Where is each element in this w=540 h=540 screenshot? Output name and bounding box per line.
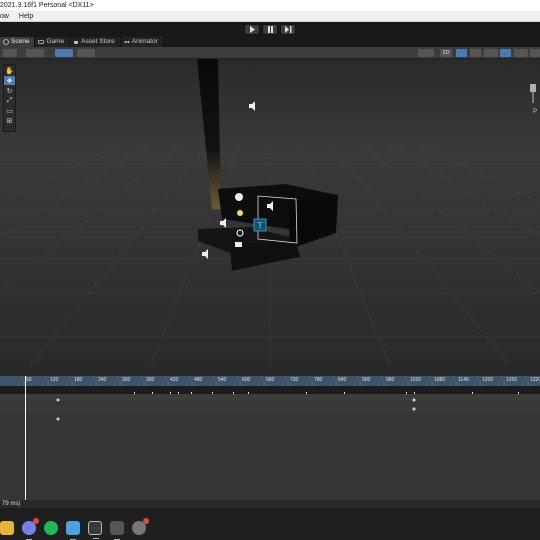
- pause-icon: [267, 26, 273, 33]
- store-icon: [74, 41, 79, 44]
- scene-camera-dropdown[interactable]: [514, 49, 528, 57]
- grid-toggle-button[interactable]: [55, 49, 73, 57]
- ruler-label: 240: [98, 377, 107, 383]
- file-explorer-icon[interactable]: [0, 521, 14, 535]
- move-icon: ✥: [6, 77, 13, 85]
- camera-icon: [235, 242, 242, 247]
- unity-hub-icon[interactable]: [110, 521, 124, 540]
- transform-tools-panel: ✋ ✥ ↻ ⤢ ▭ ⊞: [3, 64, 16, 132]
- ruler-label: 180: [74, 377, 83, 383]
- tab-asset-store[interactable]: Asset Store: [70, 37, 121, 47]
- pause-button[interactable]: [262, 24, 278, 35]
- ruler-label: 540: [218, 377, 227, 383]
- hand-tool-button[interactable]: ✋: [4, 66, 15, 75]
- tab-animator[interactable]: Animator: [120, 37, 164, 47]
- chrome-icon[interactable]: [132, 518, 149, 535]
- scale-tool-button[interactable]: ⤢: [4, 96, 15, 105]
- os-taskbar: [0, 516, 540, 540]
- svg-text:T: T: [257, 221, 263, 231]
- shading-dropdown[interactable]: [418, 49, 434, 57]
- menu-item-help[interactable]: Help: [19, 13, 33, 20]
- discord-icon[interactable]: [22, 518, 39, 540]
- tab-game[interactable]: Game: [35, 37, 71, 47]
- ruler-label: 600: [242, 377, 251, 383]
- animation-dopesheet[interactable]: [0, 394, 540, 500]
- notification-badge: [143, 518, 149, 524]
- status-bar: 79 ms): [0, 500, 540, 508]
- render-options-dropdown[interactable]: [26, 49, 44, 57]
- ruler-label: 1260: [506, 377, 518, 383]
- play-icon: [249, 26, 255, 33]
- animator-icon: [124, 41, 130, 43]
- game-icon: [38, 40, 45, 44]
- audio-toggle-button[interactable]: [470, 49, 481, 57]
- ruler-label: 660: [266, 377, 275, 383]
- menu-item-window[interactable]: ow: [0, 13, 9, 20]
- timeline-ruler[interactable]: 60 120 180 240 300 360 420 480 540 600 6…: [0, 376, 540, 386]
- effects-dropdown[interactable]: [484, 49, 498, 57]
- persp-label: P: [533, 109, 537, 115]
- window-title: 2021.3.16f1 Personal <DX11>: [0, 0, 540, 11]
- tab-animator-label: Animator: [131, 38, 158, 45]
- rotate-tool-button[interactable]: ↻: [4, 86, 15, 95]
- ruler-label: 1320: [530, 377, 540, 383]
- transform-tool-button[interactable]: ⊞: [4, 116, 15, 125]
- rect-tool-button[interactable]: ▭: [4, 106, 15, 115]
- step-icon: [284, 26, 291, 33]
- ruler-label: 960: [386, 377, 395, 383]
- ruler-label: 360: [146, 377, 155, 383]
- ruler-label: 60: [26, 377, 32, 383]
- gizmos-dropdown[interactable]: [530, 49, 540, 57]
- spotify-icon[interactable]: [44, 521, 58, 535]
- ruler-label: 480: [194, 377, 203, 383]
- tab-game-label: Game: [46, 38, 65, 45]
- tab-asset-store-label: Asset Store: [81, 38, 115, 45]
- notification-badge: [33, 518, 39, 524]
- play-button[interactable]: [244, 24, 260, 35]
- hidden-objects-toggle[interactable]: [500, 49, 511, 57]
- ruler-label: 1020: [410, 377, 422, 383]
- keyframe-diamond: [56, 417, 60, 421]
- hand-icon: ✋: [5, 67, 14, 75]
- rotate-icon: ↻: [6, 87, 13, 95]
- draw-mode-dropdown[interactable]: [3, 49, 17, 57]
- rect-icon: ▭: [6, 107, 13, 115]
- ruler-label: 720: [290, 377, 299, 383]
- ruler-label: 120: [50, 377, 59, 383]
- scene-toolbar: 2D: [0, 47, 540, 59]
- light-bulb-icon: [235, 193, 243, 201]
- event-markers-strip[interactable]: [0, 386, 540, 398]
- unity-icon[interactable]: [88, 521, 102, 539]
- ruler-label: 840: [338, 377, 347, 383]
- window-bottom-edge: [0, 508, 540, 516]
- snap-dropdown[interactable]: [77, 49, 95, 57]
- timeline-playhead[interactable]: [25, 376, 26, 500]
- scale-icon: ⤢: [6, 96, 13, 104]
- notepad-icon[interactable]: [66, 521, 80, 540]
- status-text: 79 ms): [2, 501, 21, 507]
- scene-viewport[interactable]: T P: [0, 59, 540, 366]
- lighting-toggle-button[interactable]: [456, 49, 467, 57]
- toggle-2d-button[interactable]: 2D: [440, 49, 452, 57]
- move-tool-button[interactable]: ✥: [4, 76, 15, 85]
- ruler-label: 780: [314, 377, 323, 383]
- ruler-label: 1200: [482, 377, 494, 383]
- scene-icon: [3, 39, 9, 45]
- dopesheet-tracks: [0, 394, 540, 500]
- editor-tab-bar: Scene Game Asset Store Animator: [0, 37, 540, 47]
- ruler-label: 300: [122, 377, 131, 383]
- tab-scene-label: Scene: [11, 38, 30, 45]
- transform-icon: ⊞: [6, 117, 13, 125]
- step-button[interactable]: [280, 24, 296, 35]
- sun-light-icon: [237, 210, 243, 216]
- scene-view-render: T P: [0, 59, 540, 366]
- ruler-label: 420: [170, 377, 179, 383]
- tab-scene[interactable]: Scene: [0, 37, 36, 47]
- menu-bar: ow Help: [0, 11, 540, 22]
- play-toolbar: [0, 22, 540, 37]
- ruler-label: 1140: [458, 377, 469, 383]
- ruler-label: 1080: [434, 377, 446, 383]
- ruler-label: 900: [362, 377, 371, 383]
- active-indicator: [93, 538, 99, 539]
